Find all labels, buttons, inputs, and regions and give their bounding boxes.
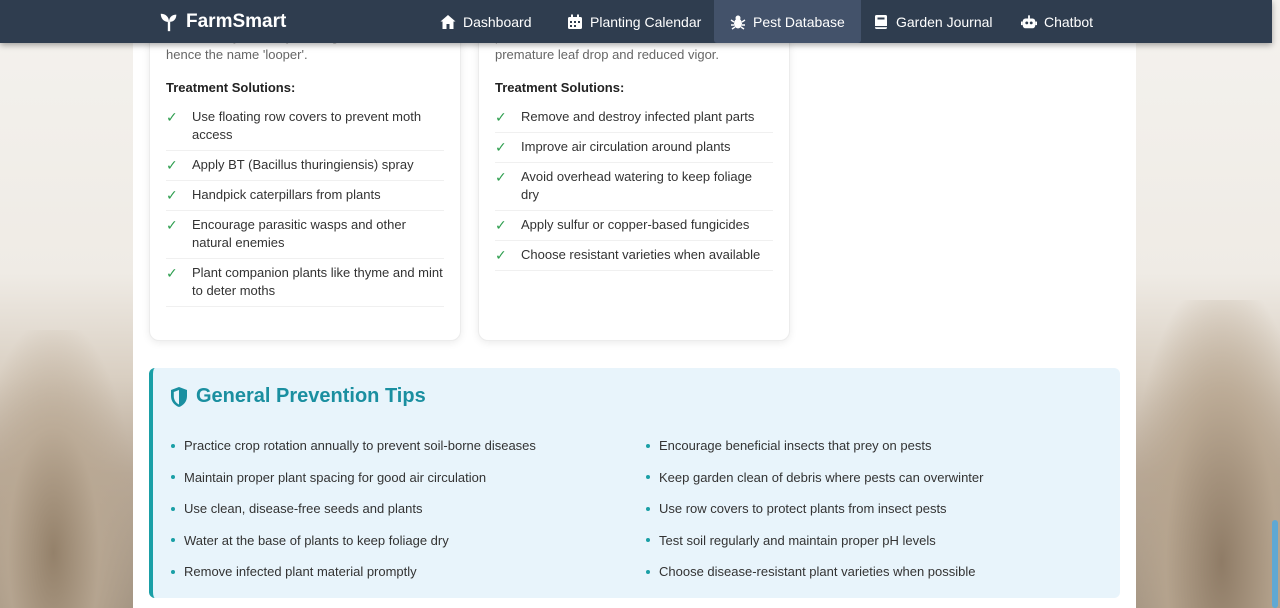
prevention-list-left: Practice crop rotation annually to preve… [171,430,536,588]
page-scrollbar[interactable] [1272,520,1278,608]
bullet-icon [171,506,175,511]
solution-text: Apply BT (Bacillus thuringiensis) spray [192,157,414,172]
list-item: Use clean, disease-free seeds and plants [171,493,536,525]
solution-text: Remove and destroy infected plant parts [521,109,755,124]
nav-garden-journal[interactable]: Garden Journal [873,0,993,43]
nav-planting-calendar-label: Planting Calendar [590,13,702,30]
bullet-icon [646,443,650,448]
tip-text: Maintain proper plant spacing for good a… [184,469,487,485]
check-icon: ✓ [495,169,507,185]
list-item: ✓ Encourage parasitic wasps and other nat… [166,211,444,259]
treatment-list: ✓ Remove and destroy infected plant parts… [495,103,773,271]
tip-text: Practice crop rotation annually to preve… [184,438,536,454]
nav-pest-database[interactable]: Pest Database [714,0,861,43]
home-icon [440,14,456,29]
bug-icon [730,15,746,30]
tip-text: Water at the base of plants to keep foli… [184,532,449,548]
solution-text: Avoid overhead watering to keep foliage … [521,169,753,202]
tip-text: Encourage beneficial insects that prey o… [659,438,932,454]
tip-text: Choose disease-resistant plant varieties… [659,564,976,580]
list-item: Keep garden clean of debris where pests … [646,462,983,494]
nav-pest-database-label: Pest Database [753,13,845,30]
list-item: ✓ Use floating row covers to prevent moth… [166,103,444,151]
treatment-list: ✓ Use floating row covers to prevent moth… [166,103,444,307]
check-icon: ✓ [166,157,178,173]
nav-garden-journal-label: Garden Journal [896,13,993,30]
check-icon: ✓ [166,187,178,203]
bullet-icon [171,475,175,480]
nav-dashboard-label: Dashboard [463,13,532,30]
top-navbar: FarmSmart Dashboard Planting Calendar Pe… [0,0,1272,43]
list-item: ✓ Apply BT (Bacillus thuringiensis) spray [166,151,444,181]
pest-description-text: premature leaf drop and reduced vigor. [495,47,720,62]
list-item: ✓ Apply sulfur or copper-based fungicides [495,211,773,241]
bullet-icon [646,475,650,480]
prevention-tips-box: General Prevention Tips Practice crop ro… [149,368,1120,598]
solution-text: Choose resistant varieties when availabl… [521,247,761,262]
solution-text: Improve air circulation around plants [521,139,731,154]
list-item: Choose disease-resistant plant varieties… [646,556,983,588]
solution-text: Use floating row covers to prevent moth … [192,109,422,142]
brand-name: FarmSmart [186,10,287,32]
shield-icon [171,386,187,407]
pest-card-rust: pustules on leaves and stems. Can cause … [478,32,790,341]
list-item: Use row covers to protect plants from in… [646,493,983,525]
check-icon: ✓ [495,109,507,125]
bullet-icon [171,443,175,448]
brand-logo[interactable]: FarmSmart [158,0,286,43]
tip-text: Use row covers to protect plants from in… [659,501,947,517]
bullet-icon [646,569,650,574]
pest-card-looper: leaves. They move by arching their bodie… [149,32,461,341]
robot-icon [1021,14,1037,28]
treatment-heading: Treatment Solutions: [166,80,296,95]
solution-text: Apply sulfur or copper-based fungicides [521,217,750,232]
bullet-icon [171,538,175,543]
list-item: Encourage beneficial insects that prey o… [646,430,983,462]
check-icon: ✓ [495,139,507,155]
nav-dashboard[interactable]: Dashboard [440,0,532,43]
solution-text: Encourage parasitic wasps and other natu… [192,217,406,250]
main-content: leaves. They move by arching their bodie… [133,32,1136,608]
background-field-left [0,330,134,608]
pest-description-text: hence the name 'looper'. [166,47,308,62]
list-item: Practice crop rotation annually to preve… [171,430,536,462]
solution-text: Plant companion plants like thyme and mi… [192,265,443,298]
check-icon: ✓ [166,109,178,125]
list-item: Maintain proper plant spacing for good a… [171,462,536,494]
list-item: ✓ Choose resistant varieties when availab… [495,241,773,271]
check-icon: ✓ [166,217,178,233]
list-item: ✓ Handpick caterpillars from plants [166,181,444,211]
background-field-right [1134,300,1280,608]
tip-text: Keep garden clean of debris where pests … [659,469,984,485]
seedling-icon [160,13,177,31]
list-item: ✓ Improve air circulation around plants [495,133,773,163]
calendar-icon [568,14,582,29]
prevention-list-right: Encourage beneficial insects that prey o… [646,430,983,588]
check-icon: ✓ [495,247,507,263]
treatment-heading: Treatment Solutions: [495,80,625,95]
tip-text: Remove infected plant material promptly [184,564,417,580]
solution-text: Handpick caterpillars from plants [192,187,381,202]
check-icon: ✓ [495,217,507,233]
nav-chatbot[interactable]: Chatbot [1021,0,1093,43]
list-item: Test soil regularly and maintain proper … [646,525,983,557]
bullet-icon [646,538,650,543]
nav-chatbot-label: Chatbot [1044,13,1094,30]
list-item: Water at the base of plants to keep foli… [171,525,536,557]
prevention-title: General Prevention Tips [169,385,426,408]
list-item: ✓ Remove and destroy infected plant parts [495,103,773,133]
list-item: ✓ Plant companion plants like thyme and m… [166,259,444,307]
book-icon [875,14,887,29]
list-item: Remove infected plant material promptly [171,556,536,588]
tip-text: Use clean, disease-free seeds and plants [184,501,423,517]
bullet-icon [171,569,175,574]
check-icon: ✓ [166,265,178,281]
tip-text: Test soil regularly and maintain proper … [659,532,936,548]
prevention-title-text: General Prevention Tips [196,385,426,407]
nav-planting-calendar[interactable]: Planting Calendar [567,0,701,43]
list-item: ✓ Avoid overhead watering to keep foliage… [495,163,773,211]
bullet-icon [646,506,650,511]
